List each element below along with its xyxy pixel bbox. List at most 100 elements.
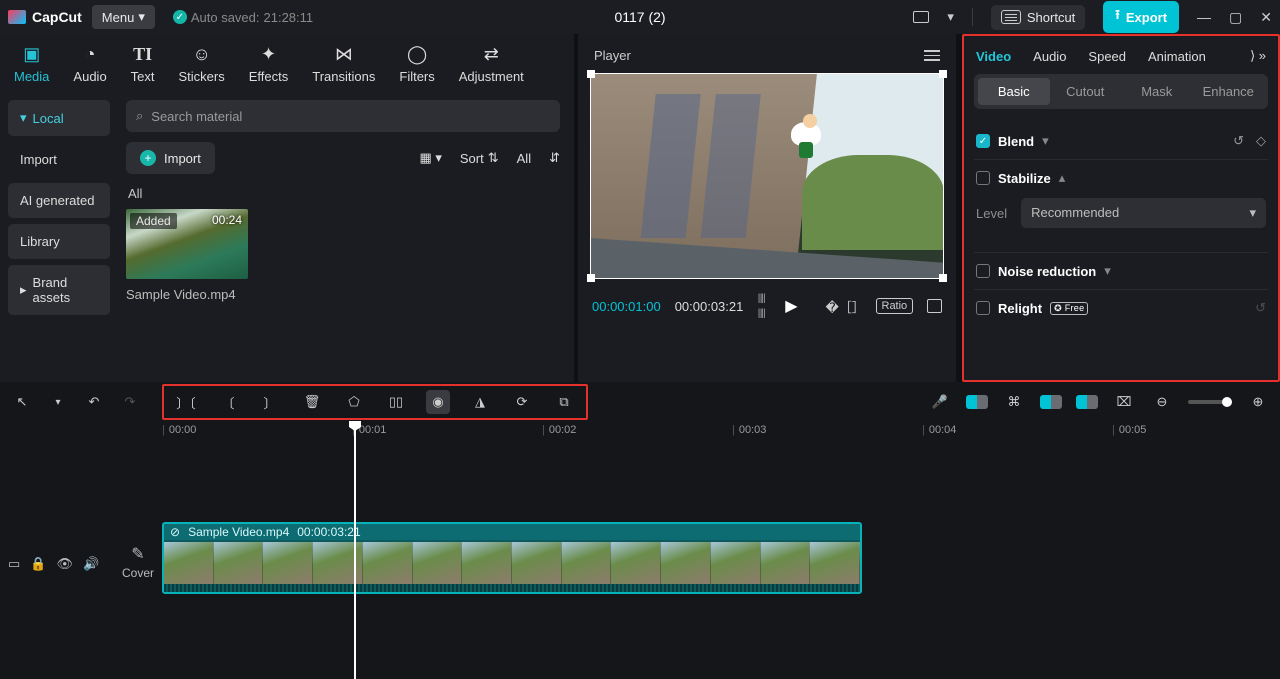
tab-media[interactable]: ▣Media	[2, 40, 61, 92]
subtab-enhance[interactable]: Enhance	[1193, 78, 1265, 105]
search-input[interactable]: ⌕ Search material	[126, 100, 560, 132]
effects-icon: ✦	[261, 44, 276, 65]
shortcut-button[interactable]: Shortcut	[991, 5, 1085, 30]
rotate-icon[interactable]: ⟳	[510, 390, 534, 414]
timeline-ruler[interactable]: 00:00 00:01 00:02 00:03 00:04 00:05	[0, 422, 1280, 442]
relight-label: Relight	[998, 301, 1042, 316]
level-label: Level	[976, 206, 1007, 221]
pointer-tool-icon[interactable]: ↖	[10, 390, 34, 414]
columns-icon[interactable]: ‖‖ ‖‖	[757, 291, 771, 321]
snap-toggle-3[interactable]	[1076, 395, 1098, 409]
media-sidebar: ▾Local Import AI generated Library ▸Bran…	[0, 92, 118, 382]
maximize-icon[interactable]: ▢	[1229, 9, 1242, 26]
mirror-icon[interactable]: ◮	[468, 390, 492, 414]
delete-icon[interactable]: 🗑	[300, 390, 324, 414]
sidebar-label: AI generated	[20, 193, 94, 208]
trim-right-icon[interactable]: 〕	[258, 390, 282, 414]
tab-adjustment[interactable]: ⇄Adjustment	[447, 40, 536, 92]
inspector-tab-animation[interactable]: Animation	[1148, 49, 1206, 64]
snap-toggle-1[interactable]	[966, 395, 988, 409]
project-title: 0117 (2)	[614, 9, 665, 25]
inspector-more-icon[interactable]: ⟩ »	[1250, 48, 1266, 64]
sort-button[interactable]: Sort ⇅	[460, 150, 499, 166]
filters-icon: ◯	[407, 44, 427, 65]
stabilize-checkbox[interactable]	[976, 171, 990, 185]
undo-button[interactable]: ↶	[82, 390, 106, 414]
section-noise: Noise reduction ▾	[974, 253, 1268, 290]
filter-all-button[interactable]: All	[517, 151, 531, 166]
tab-stickers[interactable]: ☺Stickers	[167, 40, 237, 92]
inspector-tab-video[interactable]: Video	[976, 49, 1011, 64]
timeline[interactable]: 00:00 00:01 00:02 00:03 00:04 00:05 ▭ 🔒 …	[0, 422, 1280, 679]
noise-checkbox[interactable]	[976, 264, 990, 278]
chevron-down-icon[interactable]: ▾	[947, 9, 954, 25]
menu-button[interactable]: Menu ▾	[92, 5, 155, 29]
sidebar-item-brand[interactable]: ▸Brand assets	[8, 265, 110, 315]
chevron-up-icon[interactable]: ▴	[1059, 170, 1066, 186]
preview-icon[interactable]: ▭	[8, 556, 20, 572]
layout-icon[interactable]	[913, 11, 929, 23]
reset-icon[interactable]: ↺	[1255, 300, 1266, 316]
filter-icon[interactable]: ⇵	[549, 150, 560, 166]
reset-icon[interactable]: ↺	[1233, 133, 1244, 149]
playhead[interactable]	[354, 422, 356, 679]
sidebar-item-library[interactable]: Library	[8, 224, 110, 259]
sidebar-item-import[interactable]: Import	[8, 142, 110, 177]
tab-text[interactable]: TIText	[119, 40, 167, 92]
redo-button[interactable]: ↷	[118, 390, 142, 414]
view-grid-icon[interactable]: ▦ ▾	[419, 150, 441, 166]
level-select[interactable]: Recommended ▾	[1021, 198, 1266, 228]
chevron-down-icon[interactable]: ▾	[1104, 263, 1111, 279]
search-placeholder: Search material	[151, 109, 242, 124]
media-clip-thumb[interactable]: Added 00:24	[126, 209, 248, 279]
zoom-in-icon[interactable]: ⊕	[1246, 390, 1270, 414]
subtab-mask[interactable]: Mask	[1121, 78, 1193, 105]
magnet-icon[interactable]: ⌘	[1002, 390, 1026, 414]
media-panel: ▣Media ◔Audio TIText ☺Stickers ✦Effects …	[0, 34, 574, 382]
pointer-dropdown-icon[interactable]: ▾	[46, 390, 70, 414]
play-button[interactable]: ▶	[785, 296, 797, 316]
frame-icon[interactable]: ▯▯	[384, 390, 408, 414]
timeline-clip[interactable]: ⊘ Sample Video.mp4 00:00:03:21	[162, 522, 862, 594]
export-button[interactable]: ⭱ Export	[1103, 1, 1179, 33]
tick: 00:05	[1112, 424, 1146, 436]
close-icon[interactable]: ✕	[1260, 9, 1272, 26]
subtab-basic[interactable]: Basic	[978, 78, 1050, 105]
import-button[interactable]: + Import	[126, 142, 215, 174]
scan-icon[interactable]: �［］	[826, 297, 862, 316]
blend-checkbox[interactable]: ✓	[976, 134, 990, 148]
keyframe-icon[interactable]: ◇	[1256, 133, 1266, 149]
shield-icon[interactable]: ⬠	[342, 390, 366, 414]
mic-icon[interactable]: 🎤	[928, 390, 952, 414]
tab-effects[interactable]: ✦ Effects	[237, 40, 301, 92]
tab-label: Effects	[249, 69, 289, 84]
fullscreen-icon[interactable]	[927, 299, 942, 313]
trim-left-icon[interactable]: 〔	[216, 390, 240, 414]
chevron-down-icon[interactable]: ▾	[1042, 133, 1049, 149]
tab-audio[interactable]: ◔Audio	[61, 40, 118, 92]
split-icon[interactable]: 〕〔	[174, 390, 198, 414]
zoom-out-icon[interactable]: ⊖	[1150, 390, 1174, 414]
inspector-tab-speed[interactable]: Speed	[1088, 49, 1126, 64]
tab-filters[interactable]: ◯Filters	[387, 40, 446, 92]
clip-added-badge: Added	[130, 213, 177, 229]
player-viewport[interactable]	[590, 73, 944, 279]
app-logo-icon	[8, 10, 26, 24]
relight-checkbox[interactable]	[976, 301, 990, 315]
player-menu-icon[interactable]	[924, 50, 940, 61]
record-icon[interactable]: ◉	[426, 390, 450, 414]
tab-transitions[interactable]: ⋈Transitions	[300, 40, 387, 92]
zoom-slider[interactable]	[1188, 400, 1232, 404]
crop-icon[interactable]: ⧉	[552, 390, 576, 414]
mute-icon[interactable]: 🔊	[83, 556, 99, 572]
sidebar-item-local[interactable]: ▾Local	[8, 100, 110, 136]
marker-icon[interactable]: ⌧	[1112, 390, 1136, 414]
snap-toggle-2[interactable]	[1040, 395, 1062, 409]
sidebar-item-ai[interactable]: AI generated	[8, 183, 110, 218]
inspector-tab-audio[interactable]: Audio	[1033, 49, 1066, 64]
ratio-button[interactable]: Ratio	[876, 298, 914, 314]
subtab-cutout[interactable]: Cutout	[1050, 78, 1122, 105]
lock-icon[interactable]: 🔒	[30, 556, 46, 572]
minimize-icon[interactable]: —	[1197, 9, 1211, 25]
visibility-icon[interactable]: 👁	[56, 556, 73, 572]
